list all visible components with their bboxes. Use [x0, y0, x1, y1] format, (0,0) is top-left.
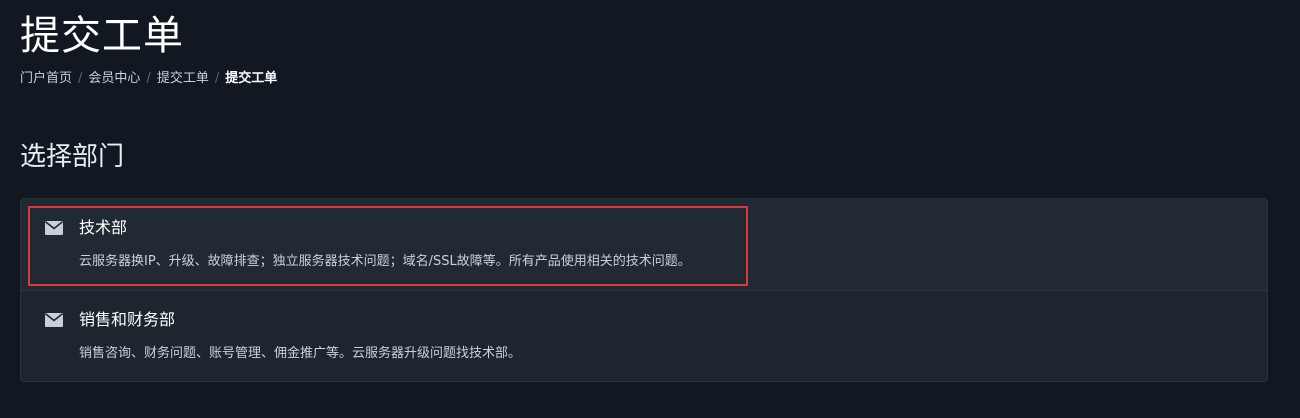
- breadcrumb-item-member-center[interactable]: 会员中心: [88, 70, 140, 88]
- department-description: 云服务器换IP、升级、故障排查；独立服务器技术问题；域名/SSL故障等。所有产品…: [79, 254, 691, 269]
- department-item-technical[interactable]: 技术部 云服务器换IP、升级、故障排查；独立服务器技术问题；域名/SSL故障等。…: [21, 199, 1267, 291]
- breadcrumb-item-submit-ticket[interactable]: 提交工单: [157, 70, 209, 88]
- breadcrumb: 门户首页 / 会员中心 / 提交工单 / 提交工单: [20, 70, 277, 88]
- section-title: 选择部门: [20, 142, 125, 172]
- breadcrumb-separator: /: [214, 71, 220, 86]
- envelope-icon: [45, 221, 63, 235]
- breadcrumb-item-current: 提交工单: [225, 71, 278, 86]
- envelope-icon: [45, 313, 63, 327]
- department-name: 销售和财务部: [79, 310, 176, 329]
- breadcrumb-separator: /: [146, 71, 151, 86]
- department-description: 销售咨询、财务问题、账号管理、佣金推广等。云服务器升级问题找技术部。: [79, 346, 522, 361]
- department-item-sales-finance[interactable]: 销售和财务部 销售咨询、财务问题、账号管理、佣金推广等。云服务器升级问题找技术部…: [21, 291, 1267, 381]
- page-title: 提交工单: [20, 13, 184, 59]
- breadcrumb-item-portal-home[interactable]: 门户首页: [20, 70, 72, 88]
- breadcrumb-separator: /: [78, 71, 83, 86]
- department-name: 技术部: [79, 218, 128, 237]
- department-list: 技术部 云服务器换IP、升级、故障排查；独立服务器技术问题；域名/SSL故障等。…: [20, 198, 1268, 382]
